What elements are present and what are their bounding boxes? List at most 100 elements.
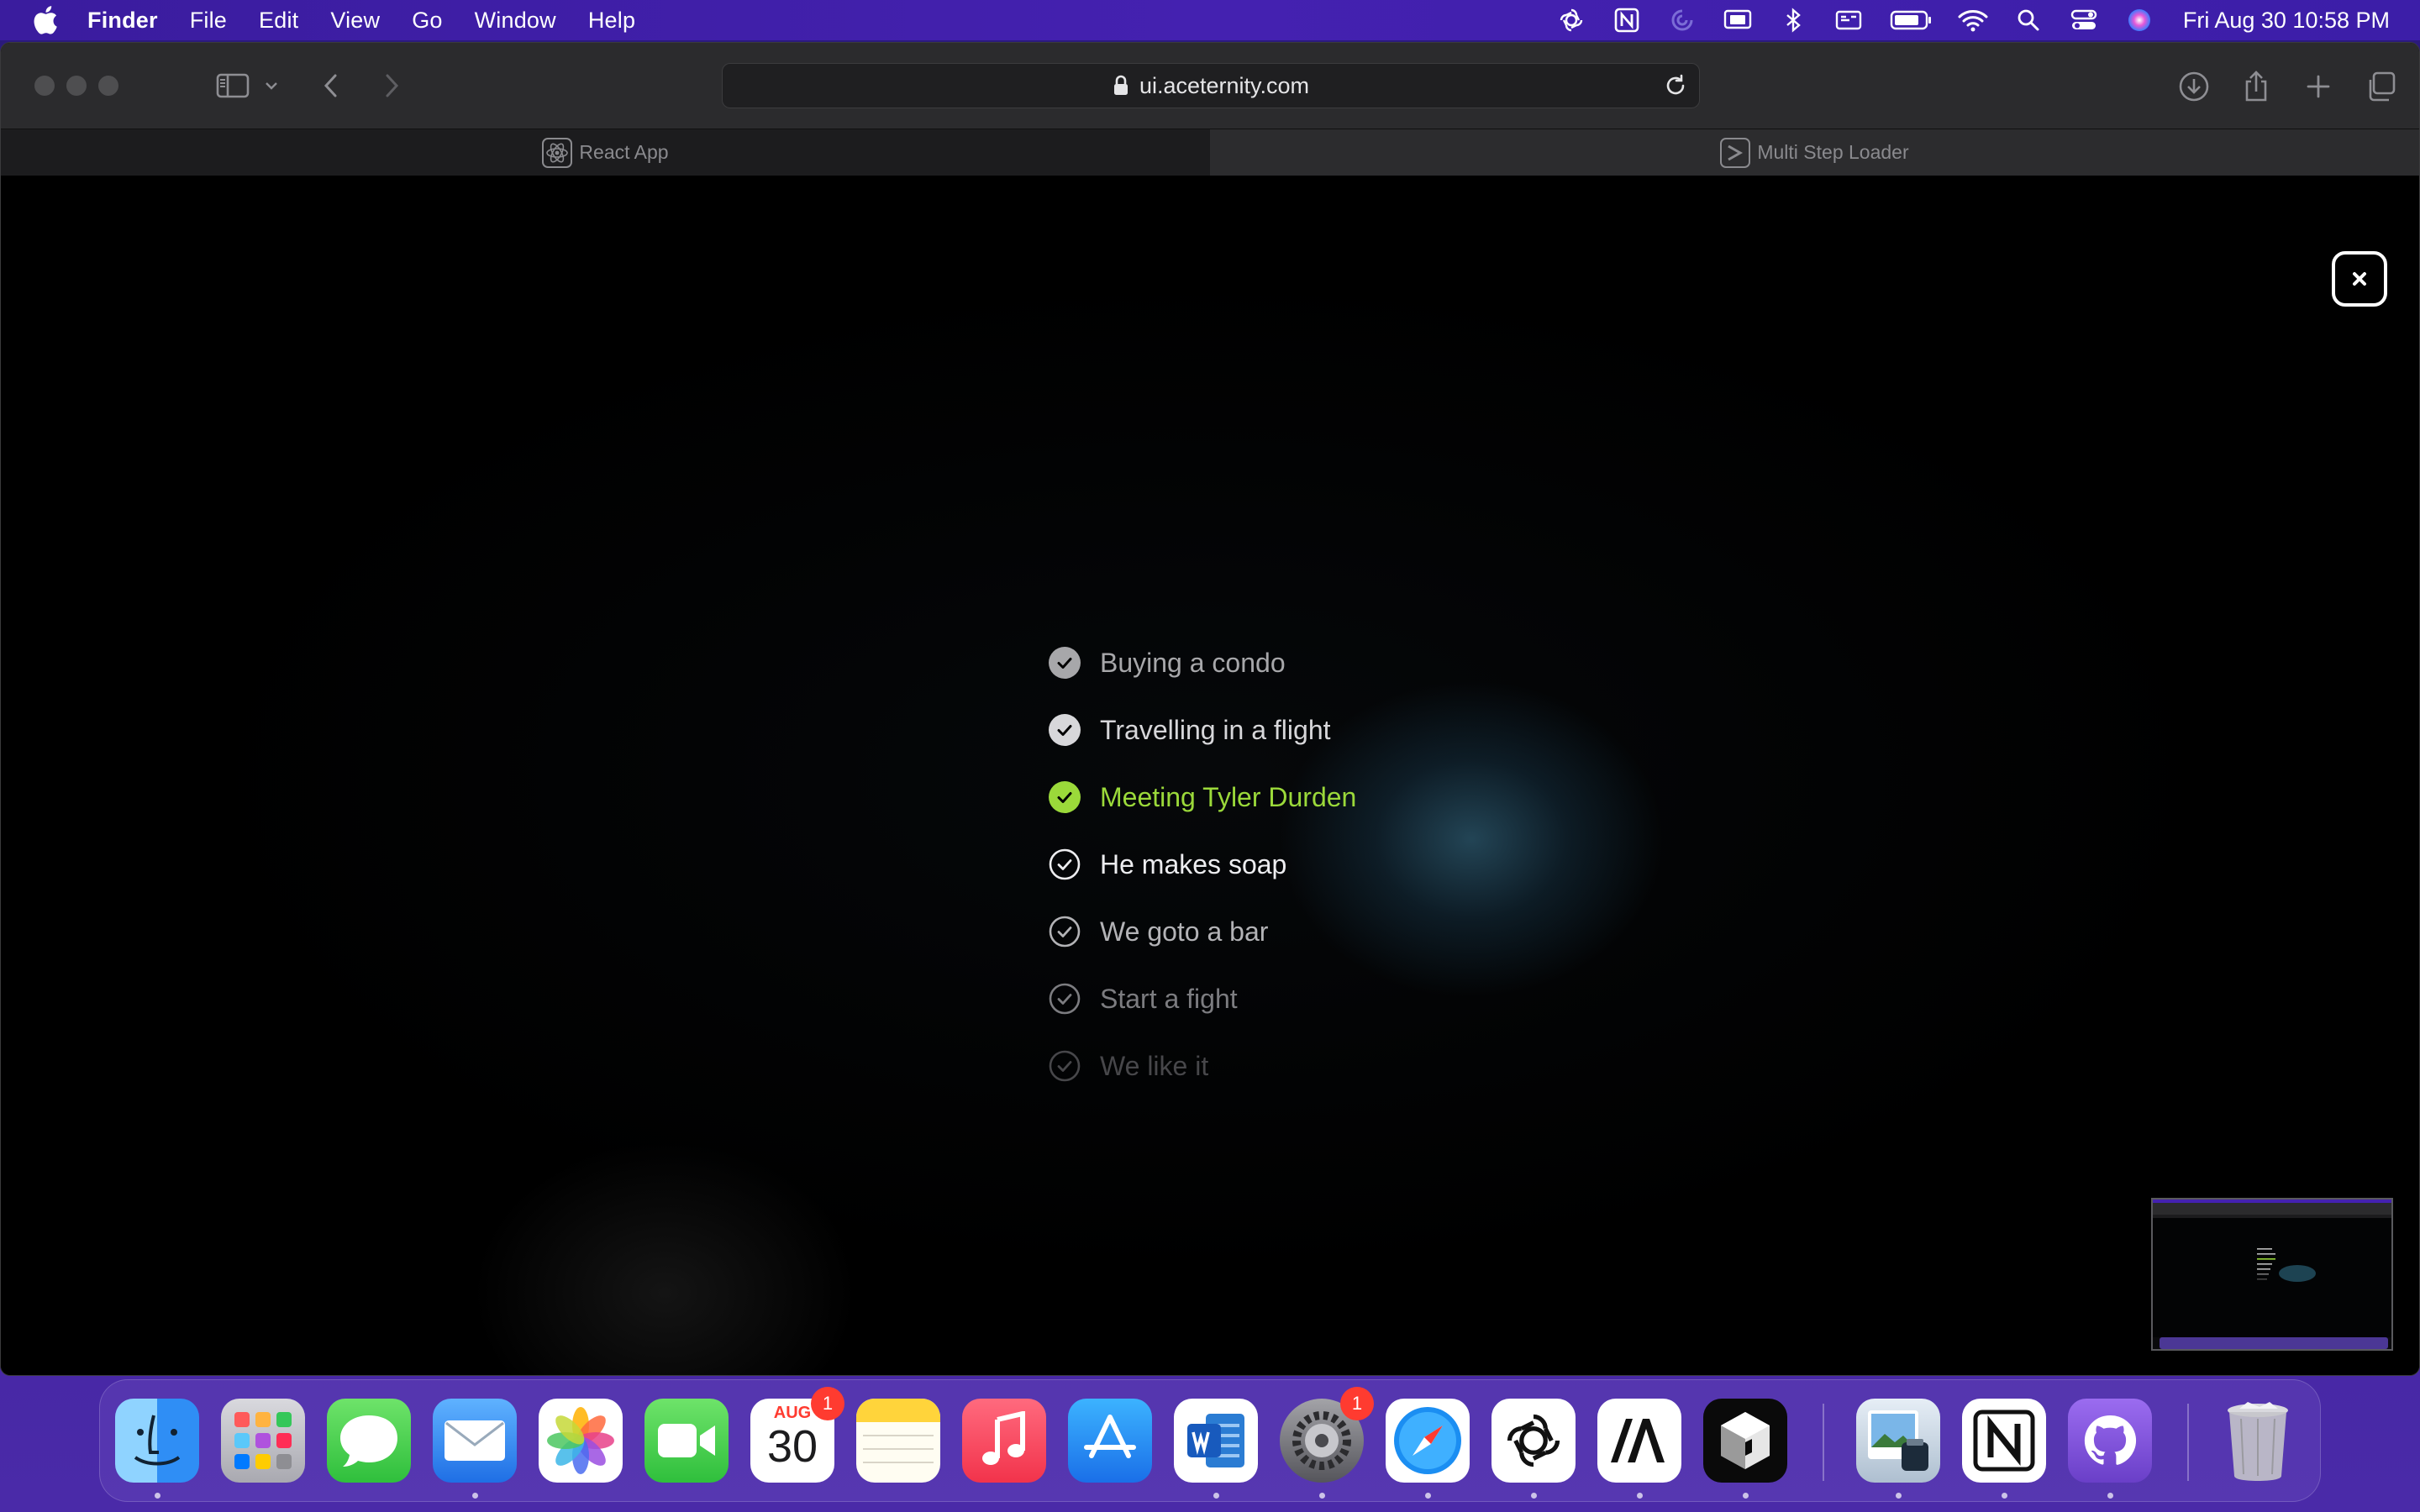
close-window-button[interactable] (34, 76, 55, 96)
search-icon[interactable] (2013, 8, 2044, 33)
screenshot-thumbnail[interactable] (2151, 1198, 2393, 1351)
dock-launchpad[interactable] (221, 1399, 305, 1483)
photos-icon (547, 1407, 614, 1474)
display-icon[interactable] (1833, 8, 1864, 33)
menu-window[interactable]: Window (475, 8, 556, 34)
arc-icon[interactable] (1667, 8, 1697, 33)
dock-github-desktop[interactable] (2068, 1399, 2152, 1483)
menu-file[interactable]: File (190, 8, 227, 34)
react-icon (542, 137, 573, 168)
dock-trash[interactable] (2216, 1399, 2300, 1483)
dock-perplexity[interactable] (1703, 1399, 1787, 1483)
menu-clock[interactable]: Fri Aug 30 10:58 PM (2183, 8, 2390, 34)
page-content: Buying a condo Travelling in a flight Me… (1, 176, 2419, 1375)
dock-notion[interactable] (1962, 1399, 2046, 1483)
running-indicator (1637, 1493, 1643, 1499)
tab-label: Multi Step Loader (1757, 141, 1909, 163)
loader-step: He makes soap (1048, 831, 1356, 898)
messages-icon (340, 1415, 397, 1467)
step-label: We goto a bar (1100, 916, 1269, 947)
menu-help[interactable]: Help (588, 8, 635, 34)
dock-safari[interactable] (1386, 1399, 1470, 1483)
dock: AUG 30 1 1 (99, 1379, 2321, 1502)
control-center-icon[interactable] (2069, 8, 2099, 33)
step-label: Travelling in a flight (1100, 714, 1331, 745)
facetime-icon (658, 1424, 715, 1457)
notion-icon[interactable] (1612, 8, 1642, 33)
check-circle-filled-icon (1048, 780, 1081, 814)
dock-photos[interactable] (539, 1399, 623, 1483)
dock-music[interactable] (962, 1399, 1046, 1483)
step-label: Start a fight (1100, 983, 1238, 1014)
dock-separator (1823, 1404, 1824, 1481)
calendar-month: AUG (773, 1404, 812, 1422)
screen-mirror-icon[interactable] (1723, 8, 1753, 33)
notes-icon (856, 1399, 940, 1463)
dock-messages[interactable] (327, 1399, 411, 1483)
chatgpt-icon[interactable] (1556, 8, 1586, 33)
step-label: We like it (1100, 1050, 1209, 1081)
dock-chatgpt[interactable] (1491, 1399, 1576, 1483)
bluetooth-icon[interactable] (1778, 8, 1808, 33)
step-label: He makes soap (1100, 848, 1287, 879)
dock-calendar[interactable]: AUG 30 1 (750, 1387, 844, 1483)
dock-app-store[interactable] (1068, 1399, 1152, 1483)
siri-icon[interactable] (2124, 8, 2154, 33)
launchpad-icon (234, 1412, 292, 1469)
check-circle-filled-icon (1048, 646, 1081, 680)
safari-icon (1394, 1407, 1461, 1474)
dock-separator (2187, 1404, 2189, 1481)
battery-icon[interactable] (1889, 8, 1933, 33)
running-indicator (155, 1493, 160, 1499)
step-label: Buying a condo (1100, 647, 1286, 678)
tab-react-app[interactable]: React App (1, 129, 1210, 176)
menu-app-name[interactable]: Finder (87, 8, 158, 34)
anthropic-icon (1611, 1419, 1665, 1462)
share-icon[interactable] (2236, 66, 2276, 107)
loader-step: Meeting Tyler Durden (1048, 764, 1356, 831)
dock-system-settings[interactable]: 1 (1280, 1387, 1374, 1483)
address-bar[interactable]: ui.aceternity.com (722, 63, 1700, 108)
dock-mail[interactable] (433, 1399, 517, 1483)
notion-icon (1973, 1410, 2035, 1472)
running-indicator (1425, 1493, 1431, 1499)
dock-word[interactable] (1174, 1399, 1258, 1483)
chevron-down-icon[interactable] (263, 69, 280, 102)
step-label: Meeting Tyler Durden (1100, 781, 1357, 812)
sidebar-toggle-icon[interactable] (214, 69, 251, 102)
calendar-day: 30 (766, 1421, 818, 1472)
running-indicator (2107, 1493, 2113, 1499)
minimize-window-button[interactable] (66, 76, 87, 96)
dock-finder[interactable] (115, 1399, 199, 1483)
loader-step: We goto a bar (1048, 898, 1356, 965)
running-indicator (1319, 1493, 1325, 1499)
close-loader-button[interactable] (2332, 251, 2387, 307)
menu-edit[interactable]: Edit (259, 8, 298, 34)
dock-notes[interactable] (856, 1399, 940, 1483)
forward-button[interactable] (379, 69, 404, 102)
reload-icon[interactable] (1664, 74, 1687, 97)
notification-badge: 1 (811, 1387, 844, 1420)
browser-toolbar: ui.aceternity.com (1, 43, 2419, 129)
menu-go[interactable]: Go (412, 8, 442, 34)
apple-menu-icon[interactable] (32, 6, 59, 34)
lock-icon (1113, 75, 1129, 97)
notification-badge: 1 (1340, 1387, 1374, 1420)
tab-overview-icon[interactable] (2360, 66, 2401, 107)
dock-preview[interactable] (1856, 1399, 1940, 1483)
wifi-icon[interactable] (1958, 8, 1988, 33)
dock-facetime[interactable] (644, 1399, 729, 1483)
zoom-window-button[interactable] (98, 76, 118, 96)
safari-window: ui.aceternity.com React App Multi Step L… (0, 42, 2420, 1376)
running-indicator (1743, 1493, 1749, 1499)
url-text: ui.aceternity.com (1139, 72, 1310, 98)
tab-multi-step-loader[interactable]: Multi Step Loader (1210, 129, 2419, 176)
aceternity-icon (1720, 137, 1751, 168)
github-icon (2084, 1415, 2137, 1465)
dock-anthropic[interactable] (1597, 1399, 1681, 1483)
new-tab-icon[interactable] (2298, 66, 2338, 107)
menu-view[interactable]: View (330, 8, 380, 34)
downloads-icon[interactable] (2174, 66, 2214, 107)
back-button[interactable] (318, 69, 344, 102)
mail-icon (445, 1420, 505, 1461)
